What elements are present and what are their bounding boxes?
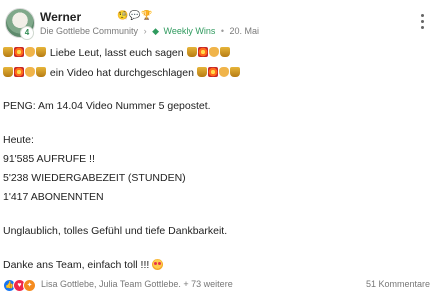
comments-count[interactable]: 51 Kommentare xyxy=(366,279,430,289)
post-card: 4 Werner 🧐💬🏆 Die Gottlebe Community › ◆ … xyxy=(0,0,442,297)
trophy-icon xyxy=(3,67,13,77)
trophy-icon xyxy=(186,47,197,57)
trophy-icon xyxy=(219,47,230,57)
post-line: 5'238 WIEDERGABEZEIT (STUNDEN) xyxy=(3,172,186,184)
post-line: Danke ans Team, einfach toll !!! xyxy=(3,259,164,271)
chevron-right-icon: › xyxy=(143,26,147,36)
trophy-icon xyxy=(36,47,46,57)
post-line: Unglaublich, tolles Gefühl und tiefe Dan… xyxy=(3,225,228,237)
trophy-icon xyxy=(196,67,207,77)
post-line: 91'585 AUFRUFE !! xyxy=(3,153,95,165)
cat-icon xyxy=(25,47,35,57)
post-date[interactable]: 20. Mai xyxy=(230,26,260,36)
dot-separator: • xyxy=(220,26,225,36)
community-link[interactable]: Die Gottlebe Community xyxy=(40,26,138,36)
post-line: ein Video hat durchgeschlagen xyxy=(3,67,241,79)
level-badge: 4 xyxy=(20,26,34,40)
heart-eyes-icon xyxy=(152,259,164,270)
explosion-icon xyxy=(207,67,218,77)
cat-icon xyxy=(208,47,219,57)
cat-icon xyxy=(25,67,35,77)
post-line: Liebe Leut, lasst euch sagen xyxy=(3,47,231,59)
trophy-icon xyxy=(36,67,46,77)
trophy-icon xyxy=(229,67,240,77)
post-line: Heute: xyxy=(3,134,34,146)
explosion-icon xyxy=(14,67,24,77)
author-badges: 🧐💬🏆 xyxy=(117,10,154,20)
post-line: PENG: Am 14.04 Video Nummer 5 gepostet. xyxy=(3,100,211,112)
tag-icon: ◆ xyxy=(152,26,159,36)
cat-icon xyxy=(218,67,229,77)
post-meta: Die Gottlebe Community › ◆ Weekly Wins •… xyxy=(40,26,259,37)
kebab-menu-icon[interactable] xyxy=(420,14,426,30)
explosion-icon xyxy=(197,47,208,57)
post-line: 1'417 ABONENNTEN xyxy=(3,191,104,203)
trophy-icon xyxy=(3,47,13,57)
explosion-icon xyxy=(14,47,24,57)
space-link[interactable]: Weekly Wins xyxy=(164,26,216,36)
fire-icon: ✦ xyxy=(23,279,36,292)
author-name[interactable]: Werner xyxy=(40,10,81,24)
reactors-text[interactable]: Lisa Gottlebe, Julia Team Gottlebe. + 73… xyxy=(41,279,233,289)
